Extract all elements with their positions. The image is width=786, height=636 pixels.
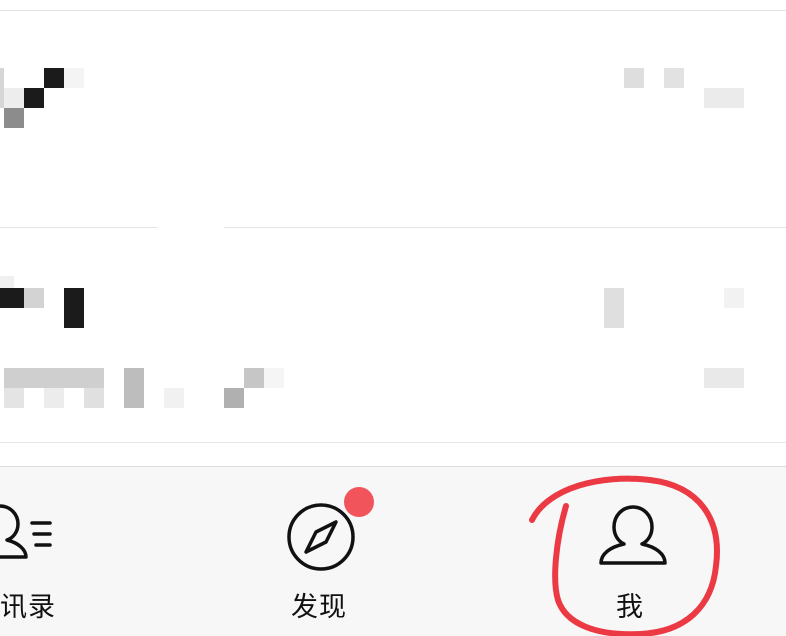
tab-discover[interactable]: 发现: [245, 467, 395, 636]
contacts-icon: [0, 504, 52, 559]
phone-screen: 讯录 发现 我: [0, 0, 786, 636]
notification-dot: [344, 487, 374, 517]
tab-label-contacts: 讯录: [0, 592, 56, 623]
tab-me[interactable]: 我: [560, 467, 710, 636]
compass-icon: [287, 503, 355, 571]
tab-contacts[interactable]: 讯录: [0, 467, 150, 636]
person-icon: [599, 505, 667, 565]
chat-list-item[interactable]: [0, 228, 786, 442]
bottom-tab-bar: 讯录 发现 我: [0, 466, 786, 636]
chat-list-item[interactable]: [0, 11, 786, 227]
tab-label-me: 我: [616, 592, 644, 623]
list-divider: [0, 442, 786, 443]
tab-label-discover: 发现: [291, 592, 347, 623]
